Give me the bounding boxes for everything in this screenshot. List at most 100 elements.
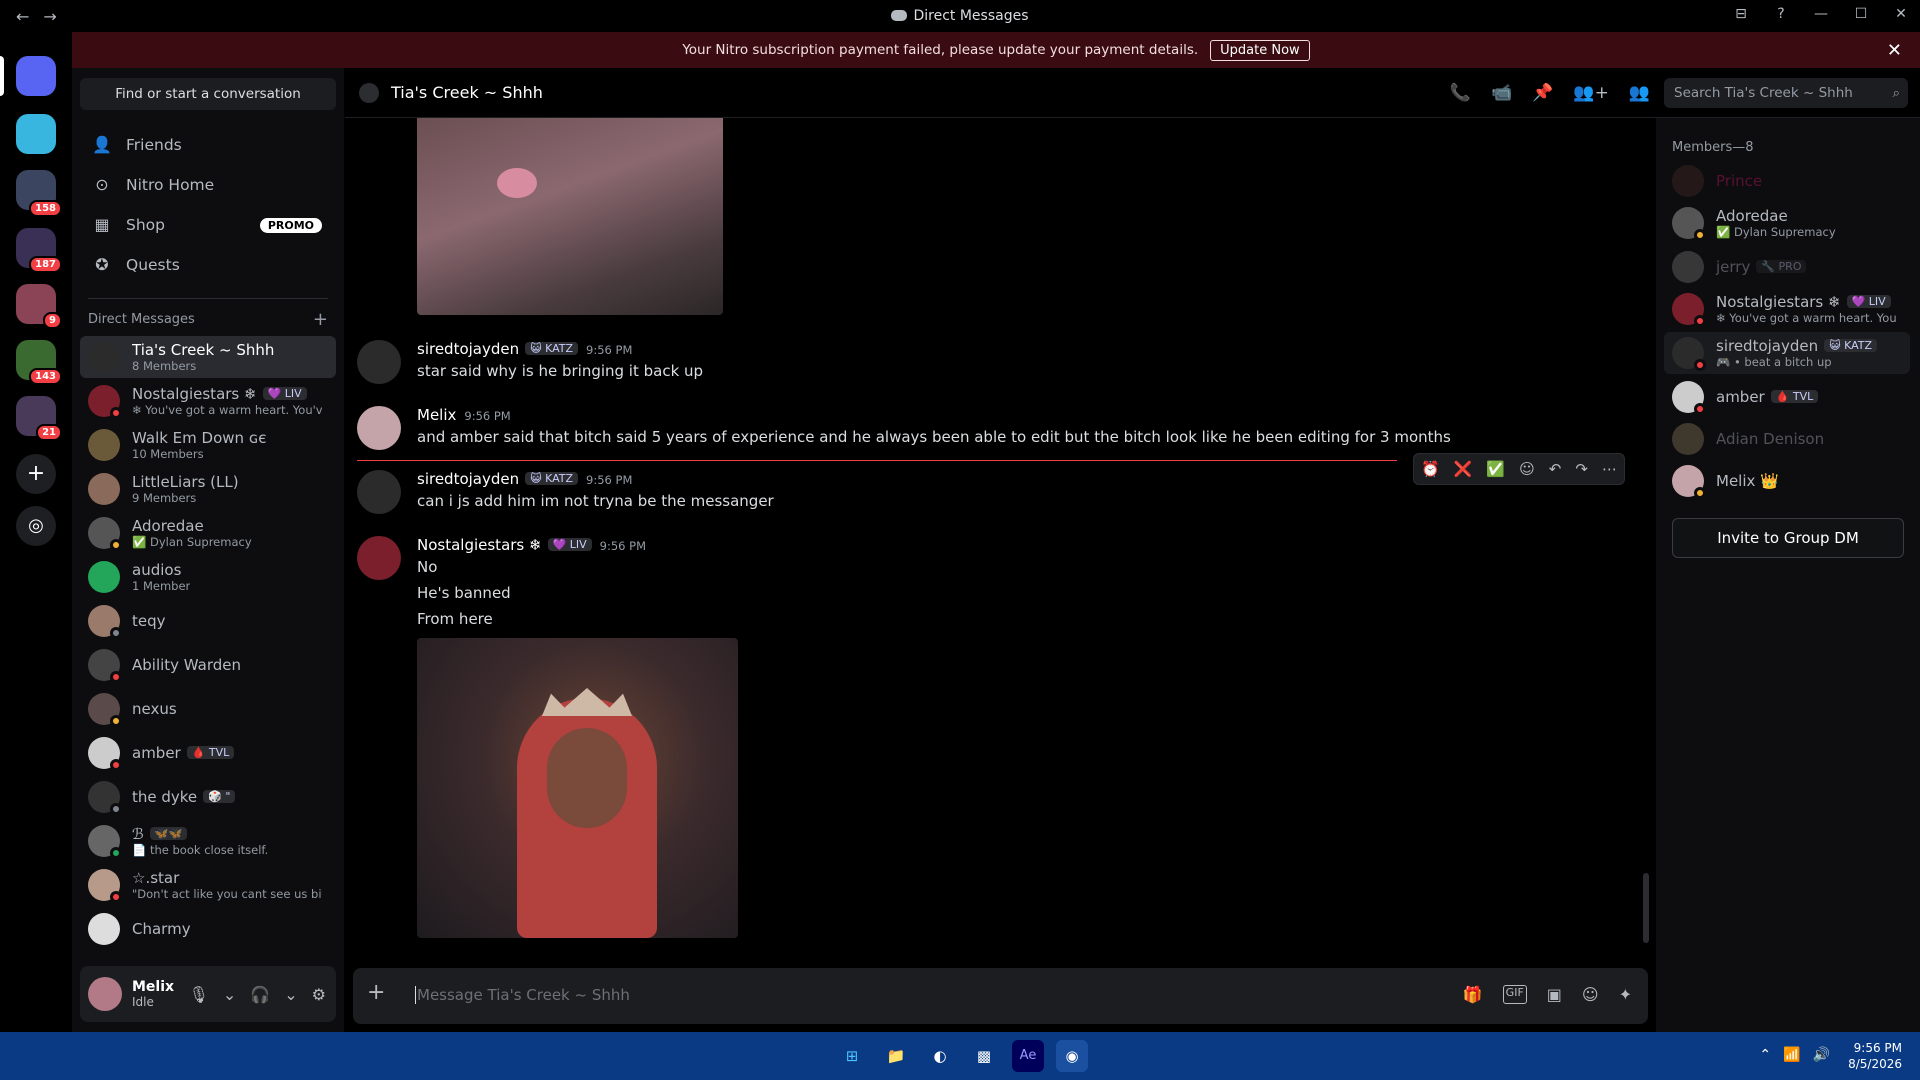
dm-item[interactable]: ☆.star "Don't act like you cant see us bi…: [80, 864, 336, 906]
avatar: [88, 869, 122, 903]
member-item[interactable]: Prince: [1664, 160, 1910, 202]
avatar[interactable]: [357, 536, 401, 580]
find-conversation-button[interactable]: Find or start a conversation: [80, 78, 336, 110]
chevron-down-icon[interactable]: ⌄: [284, 985, 297, 1004]
video-call-icon[interactable]: 📹: [1491, 83, 1512, 103]
help-icon[interactable]: ?: [1772, 6, 1790, 22]
dm-item[interactable]: Tia's Creek ~ Shhh 8 Members: [80, 336, 336, 378]
dm-item[interactable]: LittleLiars (LL) 9 Members: [80, 468, 336, 510]
message-author[interactable]: siredtojayden: [417, 470, 519, 488]
avatar: [1672, 251, 1704, 283]
scrollbar[interactable]: [1643, 873, 1649, 943]
member-item[interactable]: jerry 🔧 PRO: [1664, 246, 1910, 288]
check-reaction-icon[interactable]: ✅: [1486, 460, 1505, 478]
message-author[interactable]: siredtojayden: [417, 340, 519, 358]
gear-icon[interactable]: ⚙: [312, 985, 326, 1004]
member-item[interactable]: siredtojayden 😺 KATZ 🎮 • beat a bitch up: [1664, 332, 1910, 374]
app-icon[interactable]: ▩: [968, 1040, 1000, 1072]
start-icon[interactable]: ⊞: [836, 1040, 868, 1072]
avatar[interactable]: [88, 977, 122, 1011]
microphone-icon[interactable]: 🎙: [189, 985, 209, 1004]
dm-name: Walk Em Down ɢє: [132, 429, 267, 447]
dm-item[interactable]: audios 1 Member: [80, 556, 336, 598]
dm-item[interactable]: Nostalgiestars ❄ 💜 LIV ❄ You've got a warm…: [80, 380, 336, 422]
dm-item[interactable]: Ability Warden: [80, 644, 336, 686]
inbox-icon[interactable]: ⊟: [1732, 6, 1750, 22]
headphones-icon[interactable]: 🎧: [250, 985, 270, 1004]
search-input[interactable]: Search Tia's Creek ~ Shhh ⌕: [1664, 77, 1908, 108]
gif-icon[interactable]: GIF: [1502, 985, 1527, 1004]
cross-reaction-icon[interactable]: ❌: [1454, 460, 1473, 478]
apps-icon[interactable]: ✦: [1619, 985, 1632, 1004]
emoji-icon[interactable]: ☺: [1582, 985, 1599, 1004]
add-server-icon[interactable]: +: [16, 454, 56, 494]
discord-icon[interactable]: ◉: [1056, 1040, 1088, 1072]
member-item[interactable]: amber 🩸 TVL: [1664, 376, 1910, 418]
window-title: Direct Messages: [0, 8, 1920, 24]
dm-item[interactable]: teqy: [80, 600, 336, 642]
nav-nitro-home[interactable]: ⊙ Nitro Home: [80, 165, 336, 205]
image-attachment[interactable]: [417, 118, 723, 315]
avatar: [1672, 207, 1706, 241]
server-icon[interactable]: [16, 114, 56, 154]
nav-friends[interactable]: 👤 Friends: [80, 125, 336, 165]
voice-call-icon[interactable]: 📞: [1450, 83, 1471, 103]
avatar: [88, 517, 122, 551]
upload-plus-icon[interactable]: +: [367, 980, 385, 1005]
dm-item[interactable]: nexus: [80, 688, 336, 730]
invite-to-group-dm-button[interactable]: Invite to Group DM: [1672, 518, 1904, 558]
member-item[interactable]: Adoredae ✅ Dylan Supremacy: [1664, 202, 1910, 244]
dm-item[interactable]: Walk Em Down ɢє 10 Members: [80, 424, 336, 466]
close-icon[interactable]: ✕: [1887, 40, 1902, 61]
member-item[interactable]: Nostalgiestars ❄ 💜 LIV ❄ You've got a warm…: [1664, 288, 1910, 330]
timestamp: 9:56 PM: [586, 473, 633, 487]
avatar: [88, 693, 122, 727]
reply-icon[interactable]: ↶: [1549, 460, 1562, 478]
dm-item[interactable]: Adoredae ✅ Dylan Supremacy: [80, 512, 336, 554]
clock[interactable]: 9:56 PM 8/5/2026: [1848, 1040, 1902, 1072]
update-now-button[interactable]: Update Now: [1210, 39, 1310, 61]
message-input[interactable]: Message Tia's Creek ~ Shhh: [415, 986, 630, 1004]
nav-shop[interactable]: ▦ Shop PROMO: [80, 205, 336, 245]
volume-icon[interactable]: 🔊: [1813, 1047, 1830, 1063]
member-item[interactable]: Adian Denison: [1664, 418, 1910, 460]
create-dm-icon[interactable]: +: [313, 309, 328, 330]
home-discord-button[interactable]: [16, 56, 56, 96]
edge-icon[interactable]: ◐: [924, 1040, 956, 1072]
maximize-button[interactable]: ☐: [1852, 6, 1870, 22]
message-author[interactable]: Melix: [417, 406, 456, 424]
avatar: [1672, 381, 1706, 415]
avatar[interactable]: [357, 340, 401, 384]
sticker-icon[interactable]: ▣: [1547, 985, 1562, 1004]
discover-icon[interactable]: ◎: [16, 506, 56, 546]
message-author[interactable]: Nostalgiestars ❄: [417, 536, 542, 554]
avatar[interactable]: [357, 470, 401, 514]
close-window-button[interactable]: ✕: [1892, 6, 1910, 22]
after-effects-icon[interactable]: Ae: [1012, 1040, 1044, 1072]
alarm-icon[interactable]: ⏰: [1421, 460, 1440, 478]
more-icon[interactable]: ⋯: [1602, 460, 1617, 478]
dm-item[interactable]: Charmy: [80, 908, 336, 950]
add-friends-icon[interactable]: 👥+: [1573, 83, 1608, 103]
avatar[interactable]: [357, 406, 401, 450]
file-explorer-icon[interactable]: 📁: [880, 1040, 912, 1072]
nav-quests[interactable]: ✪ Quests: [80, 245, 336, 285]
dm-item[interactable]: ℬ 🦋🦋 📄 the book close itself.: [80, 820, 336, 862]
dm-item[interactable]: the dyke 🎲 ": [80, 776, 336, 818]
image-attachment[interactable]: [417, 638, 738, 938]
quests-icon: ✪: [95, 255, 109, 274]
pinned-messages-icon[interactable]: 📌: [1532, 83, 1553, 103]
dm-name: Nostalgiestars ❄ 💜 LIV: [132, 385, 322, 403]
dm-item[interactable]: amber 🩸 TVL: [80, 732, 336, 774]
chevron-down-icon[interactable]: ⌄: [223, 985, 236, 1004]
chevron-up-icon[interactable]: ⌃: [1759, 1047, 1771, 1063]
wifi-icon[interactable]: 📶: [1783, 1047, 1800, 1063]
member-item[interactable]: Melix 👑: [1664, 460, 1910, 502]
gift-icon[interactable]: 🎁: [1463, 985, 1483, 1004]
forward-icon[interactable]: ↷: [1575, 460, 1588, 478]
minimize-button[interactable]: —: [1812, 6, 1830, 22]
add-reaction-icon[interactable]: ☺: [1519, 460, 1535, 478]
guild-tag: 💜 LIV: [547, 538, 592, 551]
chat-title: Tia's Creek ~ Shhh: [391, 83, 543, 102]
member-list-icon[interactable]: 👥: [1629, 83, 1650, 103]
